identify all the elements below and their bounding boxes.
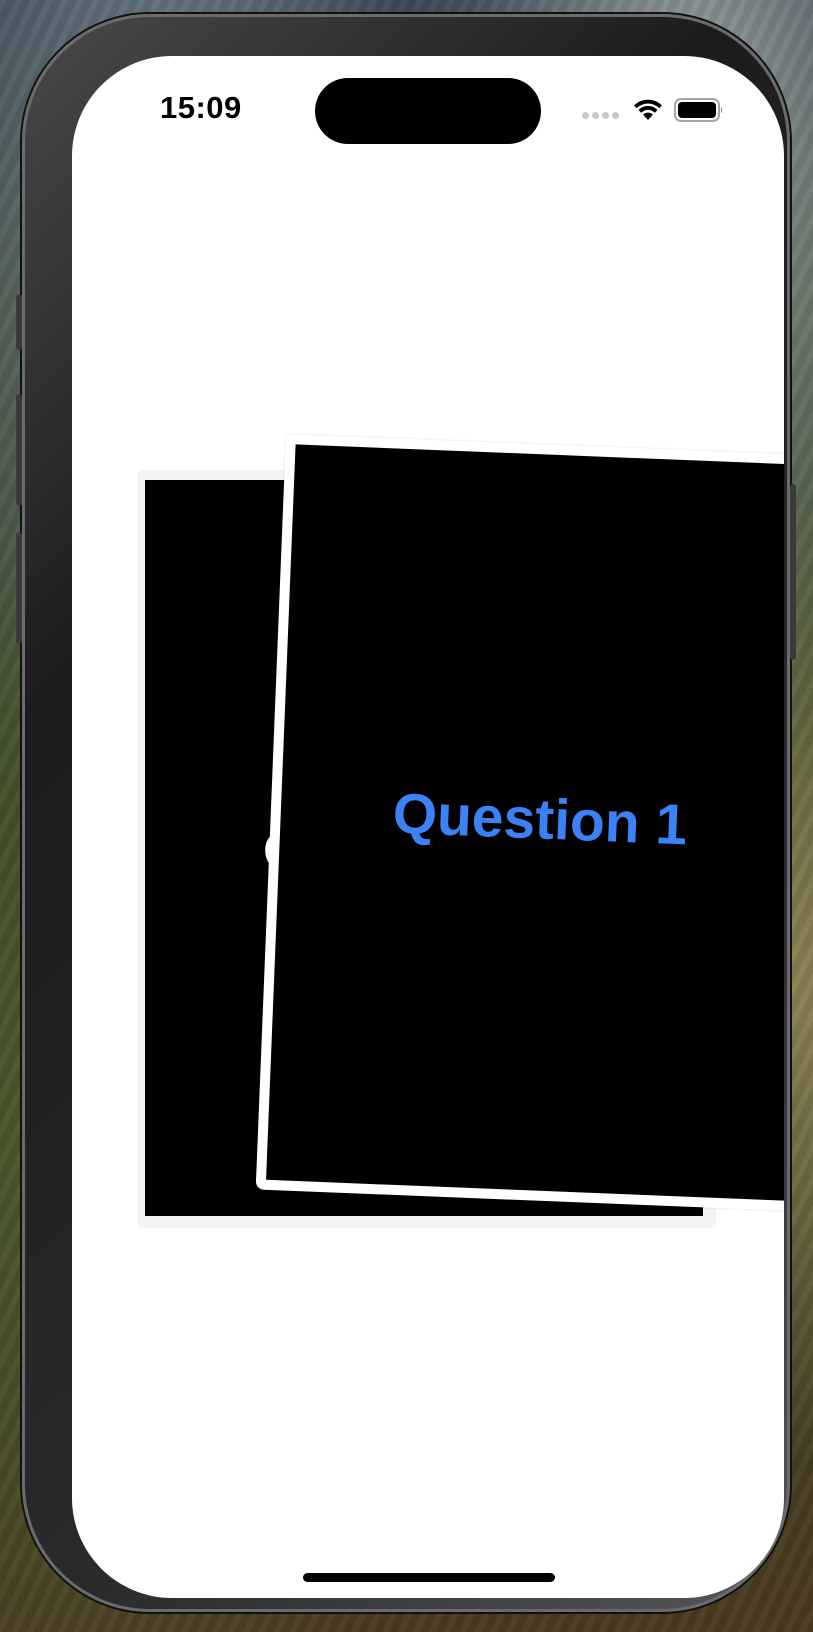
volume-down-button (16, 532, 22, 644)
status-bar: 15:09 (72, 56, 784, 166)
app-screen: 15:09 Q Question 1 (72, 56, 784, 1598)
action-button (16, 294, 22, 350)
home-indicator[interactable] (303, 1573, 555, 1582)
status-time: 15:09 (160, 90, 242, 125)
power-button (790, 484, 796, 660)
cellular-signal-icon (582, 112, 619, 119)
battery-icon (674, 98, 723, 122)
card-front-label: Question 1 (391, 781, 689, 858)
dynamic-island (315, 78, 541, 144)
phone-frame: 15:09 Q Question 1 (16, 14, 796, 1612)
volume-up-button (16, 394, 22, 506)
question-card-front[interactable]: Question 1 (255, 434, 784, 1215)
wifi-icon (634, 99, 662, 120)
